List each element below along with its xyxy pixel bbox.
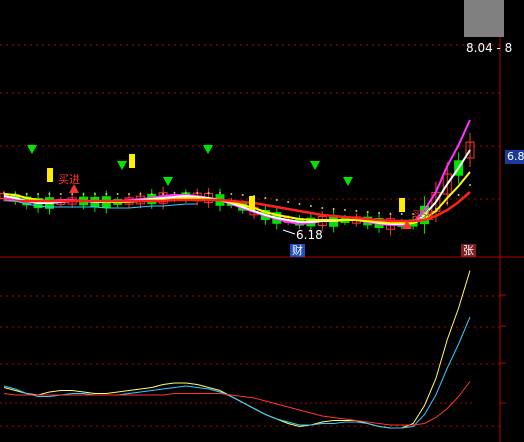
indicator-cyan-line — [3, 316, 471, 429]
sell-triangle — [343, 177, 353, 186]
signal-bar — [399, 198, 405, 212]
indicator-panel — [3, 270, 471, 429]
band-dot — [162, 193, 165, 195]
band-dot — [150, 193, 153, 195]
band-dot — [71, 193, 74, 195]
band-dot — [105, 193, 108, 195]
event-zhang-badge[interactable]: 张 — [461, 244, 476, 257]
sell-triangle — [27, 145, 37, 154]
band-dot — [207, 192, 210, 194]
band-dot — [355, 210, 358, 212]
band-dot — [196, 192, 199, 194]
indicator-yellow-line — [3, 270, 471, 429]
band-dot — [309, 205, 312, 207]
top-right-label: 8.04 - 8 — [466, 41, 513, 55]
band-dot — [264, 197, 267, 199]
band-dot — [389, 213, 392, 215]
chart-thumbnail[interactable] — [464, 0, 504, 37]
band-dot — [184, 192, 187, 194]
band-dot — [287, 201, 290, 203]
stock-chart — [0, 0, 524, 442]
band-dot — [298, 203, 301, 205]
buy-signal-right: 买进 — [412, 209, 434, 222]
band-dot — [400, 213, 403, 215]
chart-grid — [0, 0, 524, 442]
buy-signal-left: 买进 — [58, 173, 80, 186]
signal-bar — [47, 168, 53, 182]
sell-triangle — [203, 145, 213, 154]
sell-triangle — [163, 177, 173, 186]
band-dot — [93, 193, 96, 195]
band-dot — [230, 193, 233, 195]
band-dot — [321, 207, 324, 209]
band-dot — [332, 208, 335, 210]
band-dot — [139, 193, 142, 195]
band-dot — [457, 194, 460, 196]
band-dot — [469, 184, 471, 186]
band-dot — [14, 193, 17, 195]
band-dot — [48, 193, 51, 195]
low-arrow — [282, 229, 296, 235]
band-dot — [366, 211, 369, 213]
band-dot — [173, 192, 176, 194]
band-dot — [82, 193, 85, 195]
low-price-label: 6.18 — [296, 228, 323, 242]
price-tag: 6.8 — [505, 150, 524, 164]
band-dot — [218, 192, 221, 194]
band-dot — [59, 193, 62, 195]
band-dot — [116, 193, 119, 195]
sell-triangle — [310, 161, 320, 170]
band-dot — [25, 193, 28, 195]
band-dot — [128, 193, 131, 195]
event-cai-badge[interactable]: 财 — [290, 244, 305, 257]
sell-triangle — [117, 161, 127, 170]
band-dot — [434, 208, 437, 210]
signal-bar — [129, 154, 135, 168]
band-dot — [378, 212, 381, 214]
band-dot — [446, 202, 449, 204]
band-dot — [241, 194, 244, 196]
band-dot — [275, 199, 278, 201]
band-dot — [37, 193, 40, 195]
band-dot — [343, 209, 346, 211]
signal-bar — [249, 196, 255, 210]
band-dot — [3, 192, 5, 194]
